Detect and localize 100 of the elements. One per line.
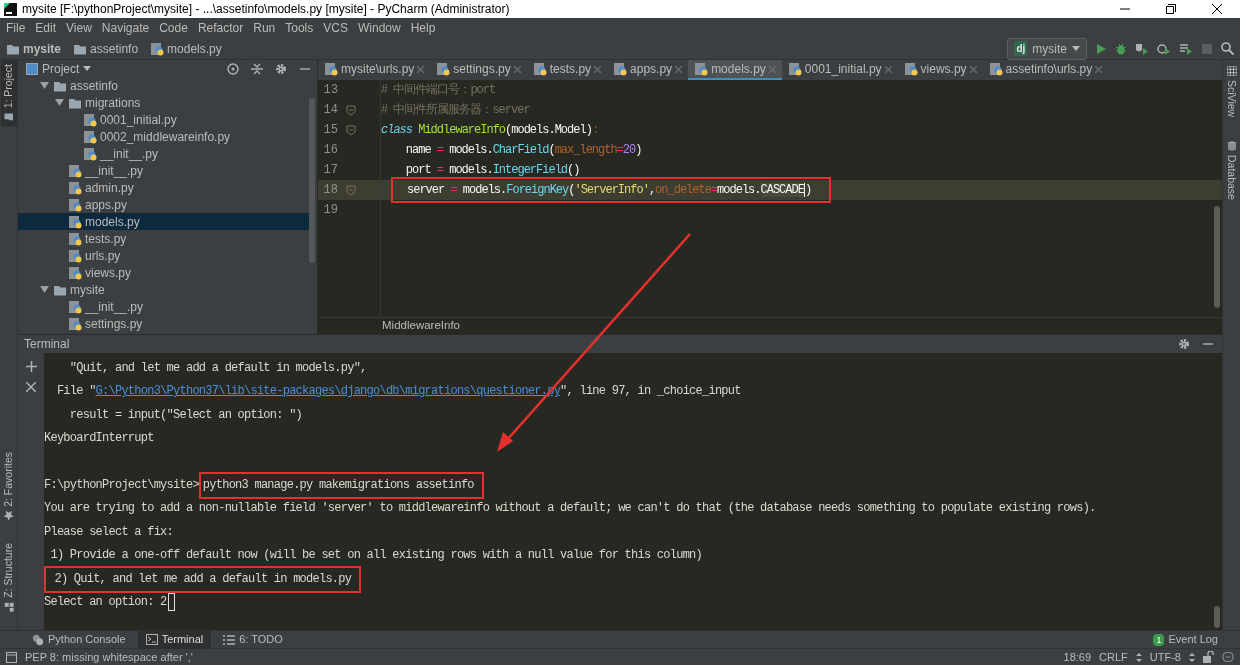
locate-icon[interactable] [227, 62, 239, 75]
cursor-position[interactable]: 18:69 [1063, 648, 1092, 665]
terminal-icon [145, 634, 158, 645]
terminal-text: Select an option: 2 [44, 594, 167, 609]
run-icon[interactable] [1095, 42, 1107, 55]
terminal-text: F:\pythonProject\mysite> [44, 477, 199, 492]
breadcrumb-item[interactable]: models.py [150, 39, 222, 58]
fold-marker-icon[interactable] [346, 104, 356, 116]
close-icon[interactable] [1212, 4, 1222, 14]
breadcrumb-item[interactable]: assetinfo [73, 39, 139, 58]
fold-marker-icon[interactable] [346, 124, 356, 136]
menu-item[interactable]: Navigate [97, 19, 154, 37]
breadcrumb-item[interactable]: MiddlewareInfo [382, 317, 460, 335]
tree-item[interactable]: __init__.py [18, 162, 310, 179]
line-number: 15 [322, 122, 338, 139]
collapse-all-icon[interactable] [251, 62, 263, 75]
editor-tab[interactable]: models.py [688, 60, 782, 80]
grid-icon [1226, 66, 1237, 76]
tree-item[interactable]: tests.py [18, 230, 310, 247]
python-file-icon [68, 265, 82, 280]
settings-icon[interactable] [1178, 338, 1190, 350]
python-file-icon [68, 163, 82, 178]
menu-item[interactable]: Tools [281, 19, 318, 37]
inspector-icon[interactable] [1222, 651, 1234, 663]
structure-icon [3, 602, 14, 612]
menu-item[interactable]: Help [406, 19, 440, 37]
tool-window-tab[interactable]: SciView [1223, 62, 1240, 122]
editor-tab[interactable]: tests.py [526, 60, 608, 80]
python-file-icon [68, 316, 82, 331]
bug-icon[interactable] [1115, 42, 1127, 55]
tool-window-tab[interactable]: 2: Favorites [0, 448, 17, 526]
tool-window-tab[interactable]: Python Console [24, 630, 134, 649]
tool-window-tab[interactable]: 1: Project [0, 60, 17, 127]
tool-window-tab[interactable]: Database [1223, 137, 1240, 205]
editor-tab[interactable]: mysite\urls.py [318, 60, 431, 80]
menu-item[interactable]: Code [155, 19, 192, 37]
tree-item[interactable]: admin.py [18, 179, 310, 196]
terminal-line: You are trying to add a non-nullable field 'server' to middlewareinfo without a default; we can't do that (the database needs something to populate existing rows). [44, 500, 1096, 518]
tree-item[interactable]: models.py [18, 213, 310, 230]
menu-item[interactable]: View [62, 19, 96, 37]
scrollbar-thumb[interactable] [309, 98, 315, 263]
python-file-icon [903, 62, 918, 76]
tool-window-tab[interactable]: 6: TODO [215, 630, 291, 649]
menu-item[interactable]: Run [249, 19, 280, 37]
highlighted-text: 2) Quit, and let me add a default in models.py [44, 565, 362, 593]
lock-icon[interactable] [1203, 651, 1214, 663]
menu-item[interactable]: File [2, 19, 30, 37]
python-file-icon [68, 248, 82, 263]
panel-title-dropdown[interactable]: Project [42, 59, 80, 78]
breadcrumb-item[interactable]: mysite [6, 39, 62, 58]
caret-icon[interactable] [83, 65, 92, 72]
menu-item[interactable]: Refactor [193, 19, 248, 37]
tree-item[interactable]: urls.py [18, 247, 310, 264]
tree-item[interactable]: __init__.py [18, 298, 310, 315]
editor-tab[interactable]: 0001_initial.py [781, 60, 898, 80]
editor-tab[interactable]: views.py [897, 60, 983, 80]
toggle-panels-icon[interactable] [6, 651, 17, 663]
search-icon[interactable] [1221, 42, 1234, 55]
menu-item[interactable]: Edit [31, 19, 61, 37]
encoding-selector[interactable]: UTF-8 [1149, 648, 1181, 665]
folder-icon [3, 112, 14, 123]
editor-tab[interactable]: apps.py [607, 60, 689, 80]
tree-item[interactable]: views.py [18, 264, 310, 281]
line-number: 19 [322, 202, 338, 219]
tree-item[interactable]: apps.py [18, 196, 310, 213]
run-configuration-dropdown[interactable]: dj mysite [1007, 37, 1087, 60]
editor-tab[interactable]: assetinfo\urls.py [982, 60, 1109, 80]
fold-marker-icon[interactable] [346, 184, 356, 196]
event-log-link[interactable]: Event Log [1168, 631, 1218, 648]
coverage-icon[interactable] [1135, 42, 1149, 55]
tree-item[interactable]: settings.py [18, 315, 310, 332]
python-file-icon [68, 214, 82, 229]
tree-item[interactable]: 0001_initial.py [18, 111, 310, 128]
tree-item[interactable]: migrations [18, 94, 310, 111]
new-tab-icon[interactable] [25, 361, 37, 372]
editor-tab[interactable]: settings.py [430, 60, 527, 80]
tree-item[interactable]: __init__.py [18, 145, 310, 162]
line-separator-selector[interactable]: CRLF [1099, 648, 1128, 665]
code-line: # 中间件所属服务器：server [381, 102, 530, 119]
python-file-icon [787, 62, 802, 76]
menu-item[interactable]: VCS [319, 19, 352, 37]
list-icon [223, 634, 236, 645]
line-number: 18 [322, 182, 338, 199]
profiler-icon[interactable] [1157, 42, 1171, 55]
tool-window-tab[interactable]: Terminal [137, 630, 212, 649]
scrollbar-thumb[interactable] [1214, 206, 1220, 308]
tree-item[interactable]: 0002_middlewareinfo.py [18, 128, 310, 145]
settings-icon[interactable] [275, 62, 287, 75]
tree-item[interactable]: assetinfo [18, 77, 310, 94]
restore-icon[interactable] [1166, 4, 1176, 14]
star-icon [3, 511, 14, 522]
up-down-icon[interactable] [1189, 652, 1195, 662]
up-down-icon[interactable] [1135, 652, 1142, 662]
expanded-arrow-icon[interactable] [39, 285, 49, 294]
menu-item[interactable]: Window [353, 19, 405, 37]
scrollbar-thumb[interactable] [1214, 606, 1220, 628]
tree-item[interactable]: mysite [18, 281, 310, 298]
tool-window-tab[interactable]: Z: Structure [0, 539, 17, 616]
run-list-icon[interactable] [1179, 42, 1193, 55]
panel-title: Terminal [24, 336, 70, 353]
